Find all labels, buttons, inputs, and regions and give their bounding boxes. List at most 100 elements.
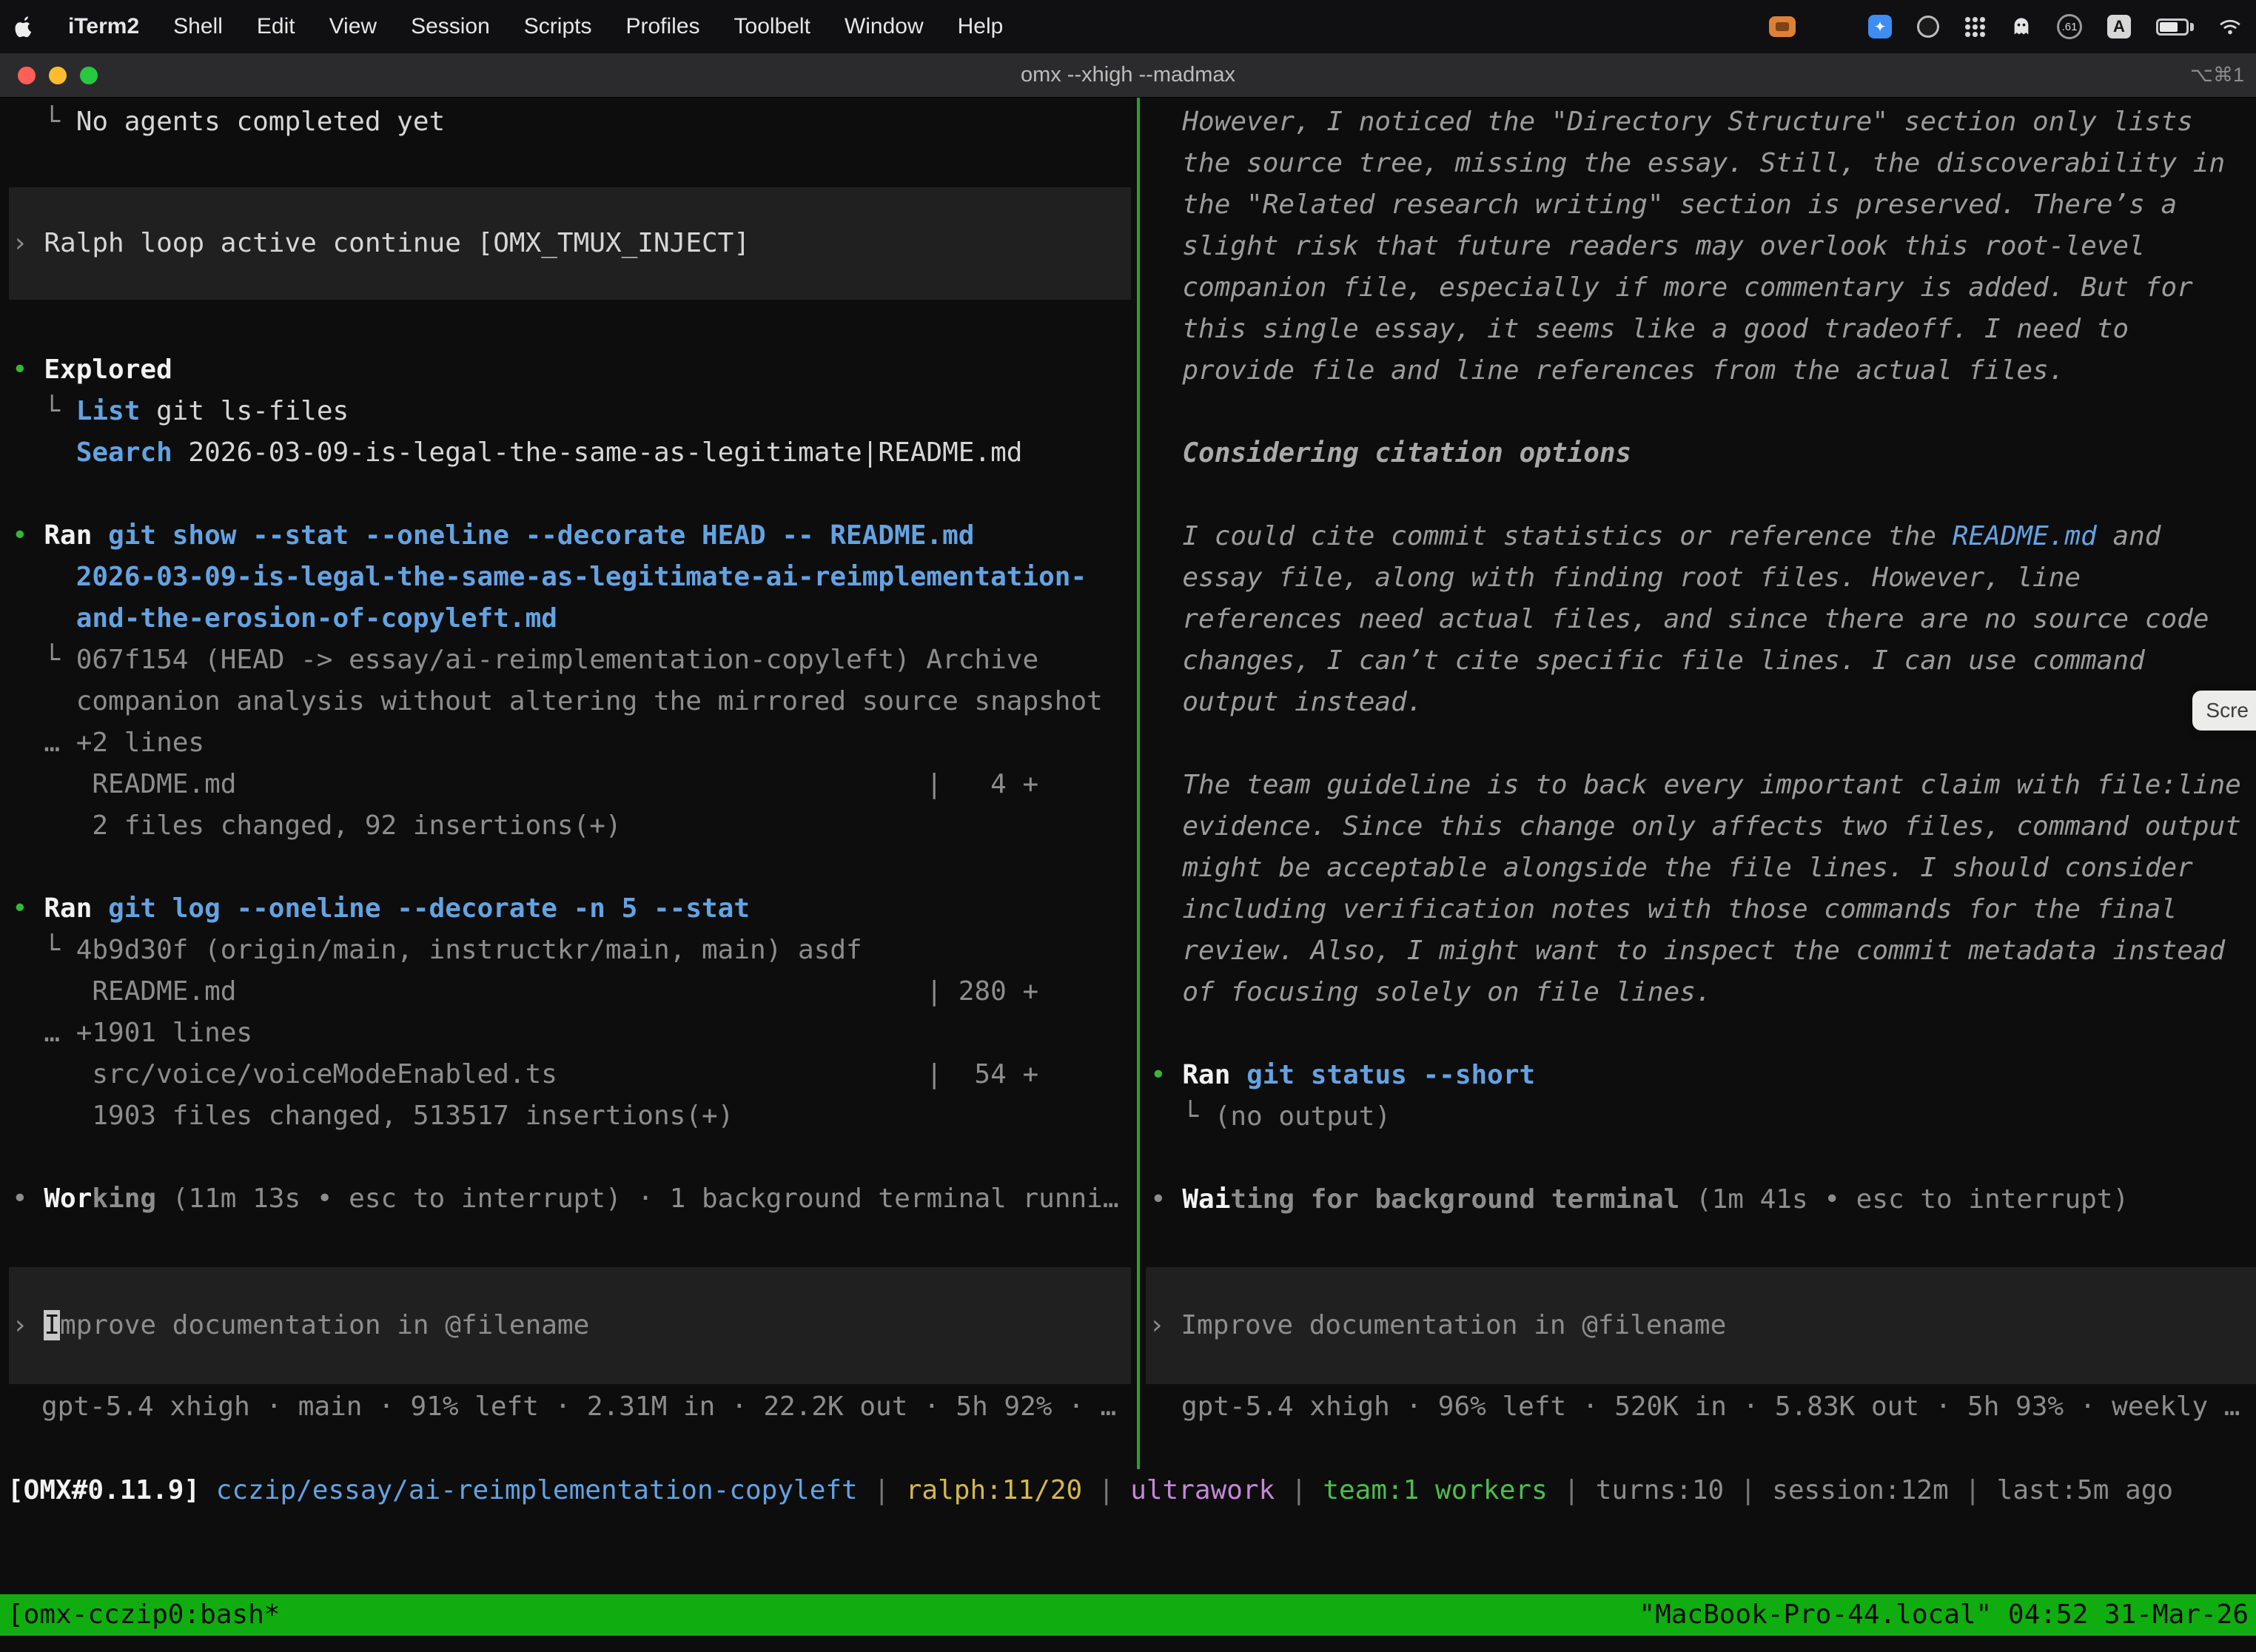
menu-item-shell[interactable]: Shell <box>173 14 223 39</box>
tmux-session-label: [omx-cczip0:bash* <box>7 1594 280 1636</box>
thinking-line: companion file, especially if more comme… <box>1150 267 2256 309</box>
ran-git-log: • Ran git log --oneline --decorate -n 5 … <box>12 888 1137 930</box>
menu-item-session[interactable]: Session <box>411 14 490 39</box>
text-run <box>12 437 76 468</box>
text-run: references need actual files, and since … <box>1150 604 2209 634</box>
close-button[interactable] <box>18 67 36 84</box>
left-status-line: gpt-5.4 xhigh · main · 91% left · 2.31M … <box>0 1386 1137 1428</box>
left-pane[interactable]: └ No agents completed yet› Ralph loop ac… <box>0 98 1137 1469</box>
spacer <box>12 300 1137 349</box>
diffstat-summary: 1903 files changed, 513517 insertions(+) <box>12 1095 1137 1137</box>
window-title-bar: omx --xhigh --madmax ⌥⌘1 <box>0 53 2256 98</box>
text-run: I could cite commit statistics or refere… <box>1150 521 1953 551</box>
minimize-button[interactable] <box>49 67 67 84</box>
screen-overlay-button[interactable]: Scre <box>2192 691 2256 731</box>
right-pane[interactable]: However, I noticed the "Directory Struct… <box>1140 98 2256 1469</box>
thinking-line: the source tree, missing the essay. Stil… <box>1150 143 2256 184</box>
dark-app-icon[interactable] <box>1917 16 1939 38</box>
text-run: README.md <box>1953 521 2097 551</box>
text-run: └ 4b9d30f (origin/main, instructkr/main,… <box>12 935 862 965</box>
menu-item-scripts[interactable]: Scripts <box>524 14 592 39</box>
text-run: 1903 files changed, 513517 insertions(+) <box>12 1101 733 1131</box>
tmux-status-bar: [omx-cczip0:bash* "MacBook-Pro-44.local"… <box>0 1594 2256 1636</box>
input-source-icon[interactable]: A <box>2107 15 2131 38</box>
right-pane-scrollback: However, I noticed the "Directory Struct… <box>1150 101 2256 1220</box>
text-run: ultrawork <box>1130 1475 1275 1505</box>
text-run: Ran <box>44 893 92 924</box>
blue-app-icon[interactable]: ✦ <box>1868 15 1892 38</box>
thinking-line: review. Also, I might want to inspect th… <box>1150 930 2256 972</box>
text-run: companion analysis without altering the … <box>12 686 1103 716</box>
omx-status-line: [OMX#0.11.9] cczip/essay/ai-reimplementa… <box>0 1470 2256 1511</box>
commit-line: companion analysis without altering the … <box>12 681 1137 722</box>
text-run: [OMX#0.11.9] <box>7 1475 216 1505</box>
menu-item-edit[interactable]: Edit <box>257 14 295 39</box>
dots-grid-icon[interactable] <box>1964 16 1986 38</box>
text-run: Improve documentation in @filename <box>1181 1310 1726 1340</box>
diffstat-summary: 2 files changed, 92 insertions(+) <box>12 805 1137 847</box>
text-run: └ <box>12 107 76 137</box>
working-status-line: • Working (11m 13s • esc to interrupt) ·… <box>12 1178 1137 1220</box>
thinking-line: output instead. <box>1150 682 2256 723</box>
text-run: └ (no output) <box>1150 1101 1391 1132</box>
truncation-line: … +1901 lines <box>12 1013 1137 1054</box>
text-run: provide file and line references from th… <box>1150 355 2064 386</box>
commit-line: └ 067f154 (HEAD -> essay/ai-reimplementa… <box>12 639 1137 681</box>
text-run: | <box>1082 1475 1130 1505</box>
text-run: • <box>1150 1060 1182 1090</box>
text-run: 2026-03-09-is-legal-the-same-as-legitima… <box>12 562 1087 592</box>
ran-git-show: • Ran git show --stat --oneline --decora… <box>12 515 1137 557</box>
traffic-lights <box>18 67 98 84</box>
text-run: • <box>12 893 44 924</box>
explored-header: • Explored <box>12 349 1137 391</box>
text-run: • <box>12 1183 44 1214</box>
screen-recording-indicator-icon[interactable] <box>1769 16 1796 37</box>
menu-item-app-name[interactable]: iTerm2 <box>68 14 139 39</box>
truncation-line: … +2 lines <box>12 722 1137 764</box>
ghost-icon[interactable] <box>2011 16 2032 37</box>
menu-item-window[interactable]: Window <box>845 14 924 39</box>
text-run: (11m 13s • esc to interrupt) · 1 backgro… <box>156 1183 1118 1214</box>
battery-icon[interactable] <box>2156 19 2194 36</box>
text-run: … +2 lines <box>12 728 204 758</box>
text-run: output instead. <box>1150 687 1423 717</box>
commit-line: └ 4b9d30f (origin/main, instructkr/main,… <box>12 930 1137 971</box>
terminal: └ No agents completed yet› Ralph loop ac… <box>0 98 2256 1652</box>
thinking-line: the "Related research writing" section i… <box>1150 184 2256 226</box>
menu-item-toolbelt[interactable]: Toolbelt <box>734 14 810 39</box>
text-run: Explored <box>44 355 172 385</box>
spacer <box>12 143 1137 187</box>
text-run: cczip/essay/ai-reimplementation-copyleft <box>216 1475 858 1505</box>
left-input-box[interactable]: › Improve documentation in @filename <box>9 1267 1131 1384</box>
right-input-box[interactable]: › Improve documentation in @filename <box>1146 1267 2256 1384</box>
text-run: last:5m ago <box>1997 1475 2173 1505</box>
percentage-badge-icon[interactable]: .61 <box>2057 14 2082 39</box>
menu-item-view[interactable]: View <box>329 14 377 39</box>
spacer <box>12 474 1137 515</box>
spacer <box>1150 723 2256 765</box>
thinking-line: provide file and line references from th… <box>1150 350 2256 392</box>
menu-item-help[interactable]: Help <box>958 14 1004 39</box>
ran-arg-line: 2026-03-09-is-legal-the-same-as-legitima… <box>12 557 1137 598</box>
thinking-line: slight risk that future readers may over… <box>1150 226 2256 267</box>
menu-item-profiles[interactable]: Profiles <box>625 14 699 39</box>
text-run: | <box>1724 1475 1772 1505</box>
text-run: › <box>1149 1310 1181 1340</box>
text-run: of focusing solely on file lines. <box>1150 977 1712 1007</box>
text-run: 2 files changed, 92 insertions(+) <box>12 810 622 841</box>
text-run: • <box>12 520 44 551</box>
text-run: … +1901 lines <box>12 1018 252 1048</box>
text-run: Search <box>76 437 172 468</box>
text-run: 2026-03-09-is-legal-the-same-as-legitima… <box>172 437 1023 468</box>
text-run: Ran <box>1182 1060 1230 1090</box>
thinking-line: I could cite commit statistics or refere… <box>1150 516 2256 557</box>
zoom-button[interactable] <box>80 67 98 84</box>
wifi-icon[interactable] <box>2219 18 2241 36</box>
window-grid-icon[interactable] <box>1821 16 1843 38</box>
text-run: Wor <box>44 1183 92 1214</box>
text-run: changes, I can’t cite specific file line… <box>1150 645 2145 676</box>
spacer <box>1150 1013 2256 1055</box>
text-run: ralph:11/20 <box>906 1475 1082 1505</box>
apple-menu-icon[interactable] <box>15 16 34 38</box>
text-run: and <box>2097 521 2161 551</box>
